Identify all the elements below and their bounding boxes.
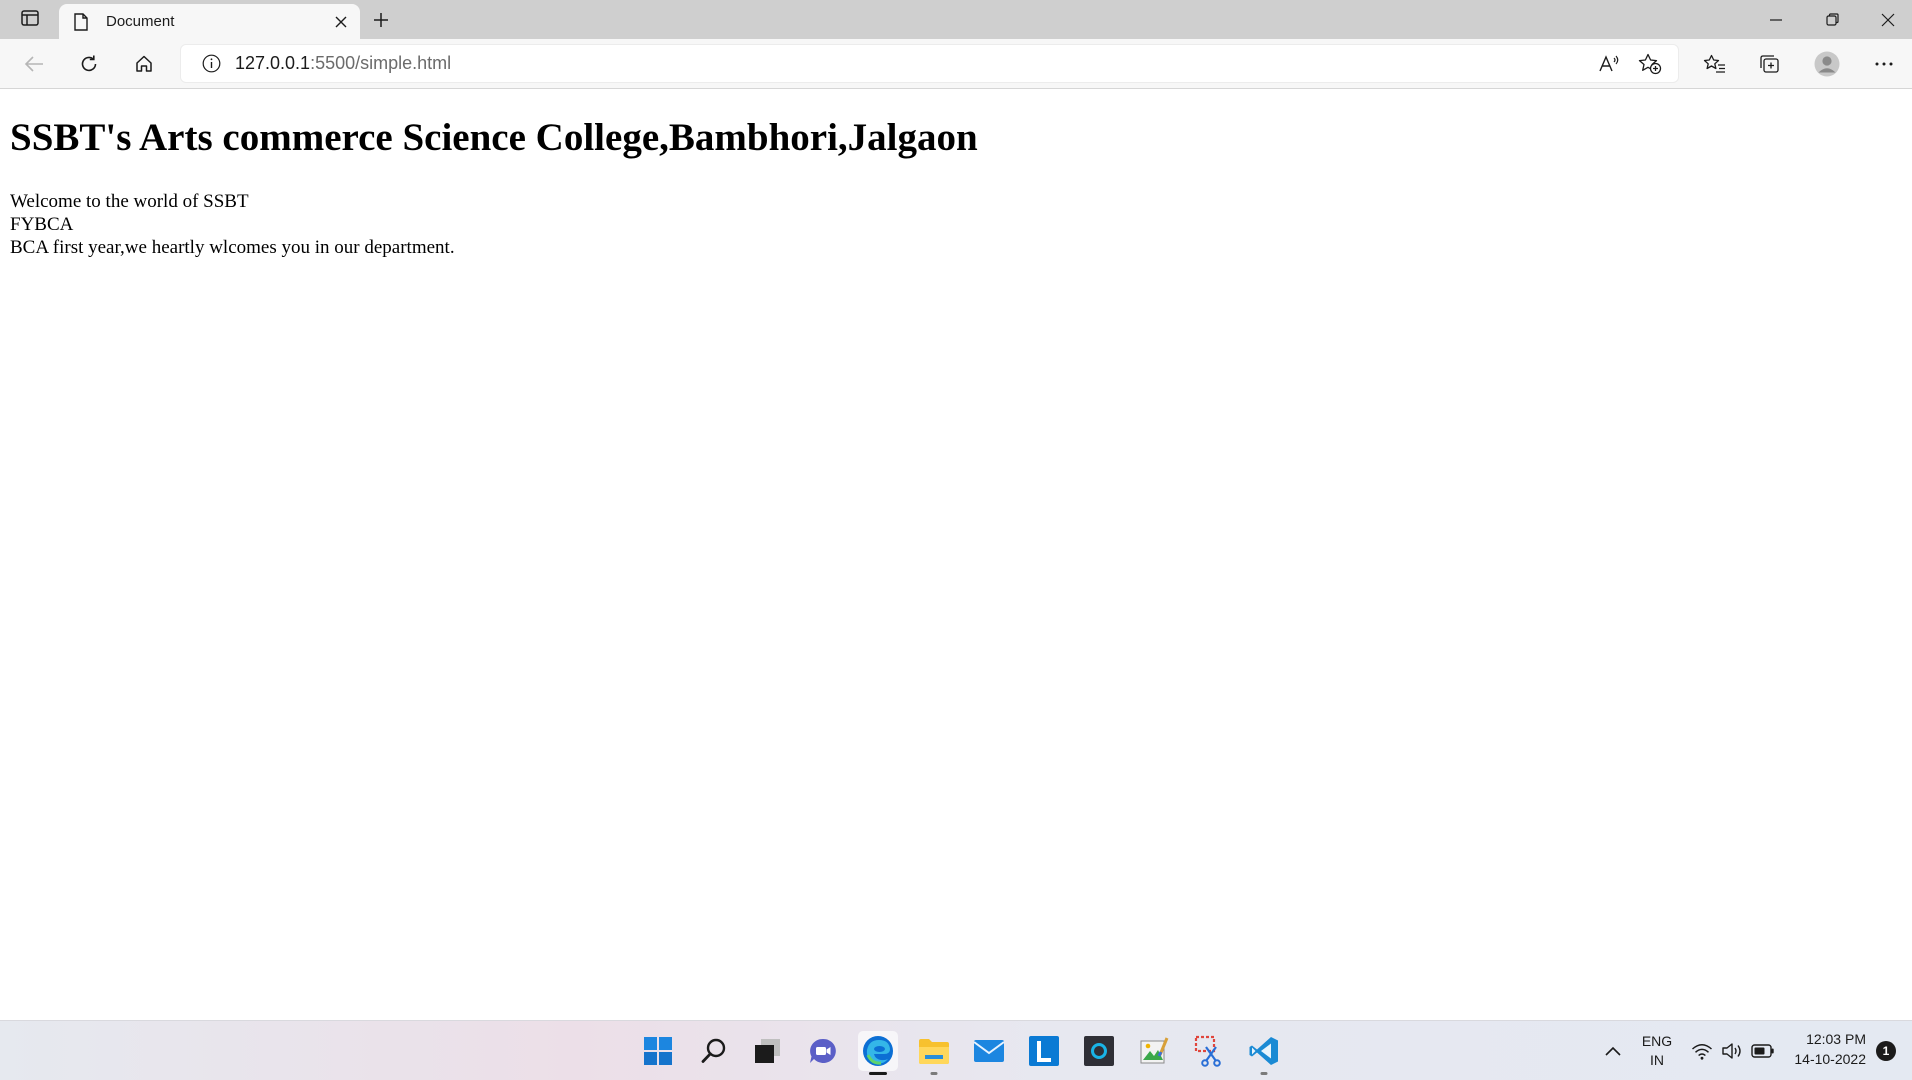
add-favorite-icon[interactable] (1630, 47, 1670, 81)
volume-icon[interactable] (1720, 1040, 1744, 1062)
close-tab-icon[interactable] (326, 7, 356, 37)
address-bar[interactable]: 127.0.0.1:5500/simple.html (180, 44, 1679, 83)
o-app-icon[interactable] (1079, 1031, 1119, 1071)
edge-icon[interactable] (858, 1031, 898, 1075)
page-heading: SSBT's Arts commerce Science College,Bam… (10, 116, 978, 159)
document-icon (74, 12, 92, 32)
url-path: :5500/simple.html (310, 53, 452, 73)
page-content: SSBT's Arts commerce Science College,Bam… (0, 89, 1912, 1020)
wifi-icon[interactable] (1690, 1040, 1714, 1062)
notification-count: 1 (1882, 1044, 1890, 1058)
site-info-icon[interactable] (201, 54, 221, 74)
language-top[interactable]: ENG (1638, 1033, 1676, 1049)
new-tab-icon[interactable] (366, 5, 396, 35)
windows-taskbar: ENG IN 12:03 PM 14-10-2022 1 (0, 1020, 1912, 1080)
battery-icon[interactable] (1750, 1040, 1776, 1062)
chat-icon[interactable] (803, 1031, 843, 1071)
refresh-icon[interactable] (71, 47, 107, 81)
tab-title: Document (106, 13, 175, 30)
language-bottom[interactable]: IN (1638, 1052, 1676, 1068)
text-line-welcome: Welcome to the world of SSBT (10, 191, 249, 212)
text-line-class: FYBCA (10, 214, 74, 235)
url-text: 127.0.0.1:5500/simple.html (235, 53, 1590, 74)
browser-tab[interactable]: Document (59, 4, 360, 39)
read-aloud-icon[interactable] (1590, 47, 1630, 81)
collections-icon[interactable] (1752, 47, 1788, 81)
back-icon[interactable] (16, 47, 52, 81)
restore-icon[interactable] (1804, 0, 1860, 39)
profile-avatar[interactable] (1809, 47, 1845, 81)
vscode-icon[interactable] (1244, 1031, 1284, 1075)
search-icon[interactable] (694, 1031, 734, 1071)
url-host: 127.0.0.1 (235, 53, 311, 73)
edge-running-indicator (869, 1072, 887, 1075)
more-options-icon[interactable] (1866, 47, 1902, 81)
text-line-message: BCA first year,we heartly wlcomes you in… (10, 237, 455, 258)
snipping-tool-icon[interactable] (1189, 1031, 1229, 1071)
home-icon[interactable] (126, 47, 162, 81)
browser-titlebar: Document (0, 0, 1912, 39)
l-app-icon[interactable] (1024, 1031, 1064, 1071)
file-explorer-icon[interactable] (914, 1031, 954, 1075)
paint-icon[interactable] (1134, 1031, 1174, 1071)
mail-icon[interactable] (969, 1031, 1009, 1071)
explorer-running-indicator (930, 1072, 938, 1075)
minimize-icon[interactable] (1748, 0, 1804, 39)
notification-badge[interactable]: 1 (1876, 1041, 1896, 1061)
task-view-icon[interactable] (747, 1031, 787, 1071)
tab-actions-icon (21, 10, 39, 30)
clock-date[interactable]: 14-10-2022 (1786, 1051, 1866, 1067)
browser-toolbar: 127.0.0.1:5500/simple.html (0, 39, 1912, 89)
start-icon[interactable] (638, 1031, 678, 1071)
close-window-icon[interactable] (1860, 0, 1912, 39)
tab-actions-button[interactable] (10, 7, 50, 33)
clock-time[interactable]: 12:03 PM (1786, 1031, 1866, 1047)
show-hidden-icons-icon[interactable] (1601, 1041, 1625, 1061)
vscode-running-indicator (1260, 1072, 1268, 1075)
favorites-icon[interactable] (1697, 47, 1733, 81)
